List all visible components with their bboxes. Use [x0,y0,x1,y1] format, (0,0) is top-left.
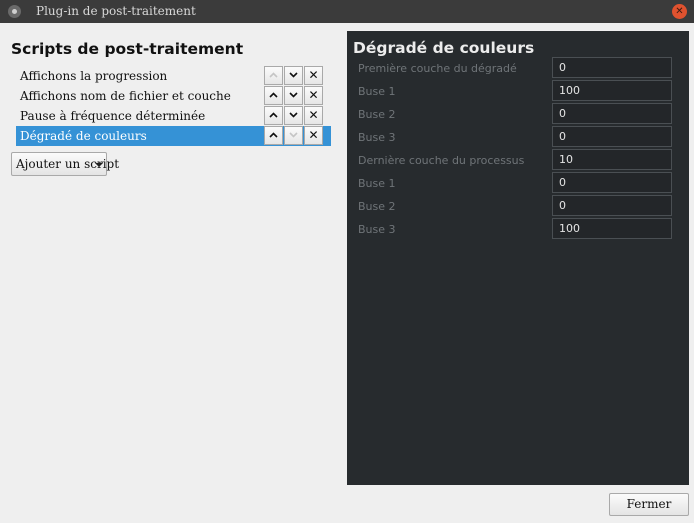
move-up-button[interactable] [264,126,283,145]
setting-input[interactable]: 100 [552,218,672,239]
move-up-button[interactable] [264,106,283,125]
setting-label: Buse 3 [358,131,396,144]
move-down-button[interactable] [284,86,303,105]
script-row-1[interactable]: Affichons nom de fichier et couche ✕ [16,86,331,106]
setting-label: Buse 3 [358,223,396,236]
add-script-label: Ajouter un script [16,157,120,171]
scripts-heading: Scripts de post-traitement [11,40,244,58]
script-name: Affichons nom de fichier et couche [20,89,231,103]
remove-script-button[interactable]: ✕ [304,86,323,105]
title-bar: Plug-in de post-traitement ✕ [0,0,694,23]
setting-label: Buse 2 [358,200,396,213]
close-icon: ✕ [308,68,319,82]
remove-script-button[interactable]: ✕ [304,126,323,145]
caret-down-icon [95,163,103,167]
setting-input[interactable]: 0 [552,195,672,216]
chevron-down-icon [289,72,298,78]
script-name: Pause à fréquence déterminée [20,109,206,123]
setting-label: Buse 1 [358,85,396,98]
close-icon: ✕ [308,88,319,102]
setting-label: Dernière couche du processus [358,154,525,167]
chevron-down-icon [289,132,298,138]
chevron-up-icon [269,72,278,78]
setting-label: Première couche du dégradé [358,62,517,75]
move-down-button[interactable] [284,126,303,145]
move-up-button[interactable] [264,86,283,105]
script-settings-panel: Dégradé de couleurs Première couche du d… [347,31,689,485]
script-row-2[interactable]: Pause à fréquence déterminée ✕ [16,106,331,126]
add-script-button[interactable]: Ajouter un script [11,152,119,176]
move-down-button[interactable] [284,106,303,125]
window-title: Plug-in de post-traitement [36,4,196,18]
setting-input[interactable]: 0 [552,126,672,147]
script-name: Dégradé de couleurs [20,129,147,143]
settings-title: Dégradé de couleurs [353,39,535,57]
chevron-up-icon [269,132,278,138]
setting-input[interactable]: 10 [552,149,672,170]
setting-input[interactable]: 0 [552,172,672,193]
chevron-up-icon [269,92,278,98]
chevron-up-icon [269,112,278,118]
script-name: Affichons la progression [20,69,168,83]
script-row-3[interactable]: Dégradé de couleurs ✕ [16,126,331,146]
setting-label: Buse 2 [358,108,396,121]
setting-input[interactable]: 0 [552,57,672,78]
setting-input[interactable]: 100 [552,80,672,101]
script-row-0[interactable]: Affichons la progression ✕ [16,66,331,86]
chevron-down-icon [289,112,298,118]
close-icon: ✕ [308,128,319,142]
app-icon [8,5,21,18]
remove-script-button[interactable]: ✕ [304,106,323,125]
close-button[interactable]: Fermer [609,493,689,516]
setting-input[interactable]: 0 [552,103,672,124]
remove-script-button[interactable]: ✕ [304,66,323,85]
chevron-down-icon [289,92,298,98]
window-close-icon[interactable]: ✕ [672,4,687,19]
close-icon: ✕ [308,108,319,122]
move-down-button[interactable] [284,66,303,85]
setting-label: Buse 1 [358,177,396,190]
script-list: Affichons la progression ✕ Affichons nom… [16,66,331,146]
move-up-button[interactable] [264,66,283,85]
